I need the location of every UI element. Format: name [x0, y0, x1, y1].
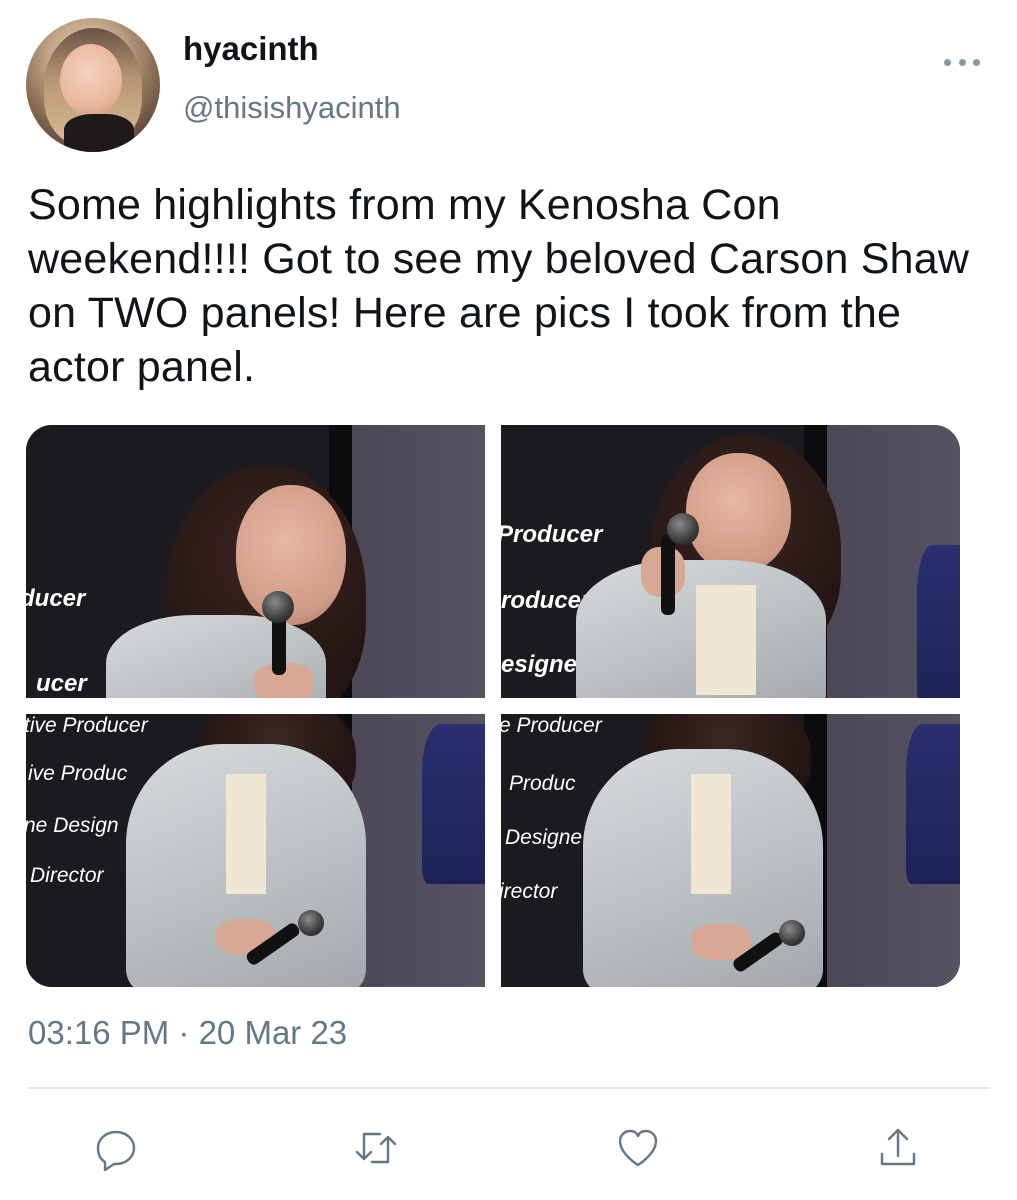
microphone-head [779, 920, 805, 946]
user-handle[interactable]: @thisishyacinth [183, 90, 401, 126]
microphone [661, 535, 675, 615]
banner-text: e Producer [501, 714, 602, 737]
avatar-face [60, 44, 122, 116]
photo-1[interactable]: ducer ucer [26, 425, 485, 698]
banner-text: Producer [501, 521, 603, 548]
photo-2[interactable]: Producer roducer esigne [501, 425, 960, 698]
reply-button[interactable] [86, 1118, 146, 1178]
microphone-head [667, 513, 699, 545]
tweet-text: Some highlights from my Kenosha Con week… [28, 181, 970, 391]
banner-text: ducer [26, 585, 86, 612]
tweet-timestamp[interactable]: 03:16 PM · 20 Mar 23 [28, 1014, 347, 1052]
microphone-head [298, 910, 324, 936]
shirt [696, 585, 756, 695]
banner-text: Produc [509, 772, 576, 795]
action-bar [0, 1118, 1017, 1188]
retweet-button[interactable] [346, 1118, 406, 1178]
divider [28, 1087, 990, 1089]
banner-text: ive Produc [28, 762, 128, 785]
banner-text: esigne [501, 651, 578, 678]
background-person [422, 724, 485, 884]
like-button[interactable] [608, 1118, 668, 1178]
microphone [272, 615, 286, 675]
background-person [906, 724, 960, 884]
share-button[interactable] [868, 1118, 928, 1178]
banner-text: irector [501, 880, 558, 903]
shirt [226, 774, 266, 894]
banner-text: ucer [36, 670, 87, 697]
banner-text: ne Design [26, 814, 119, 837]
photo-4[interactable]: e Producer Produc Designe irector [501, 714, 960, 987]
media-grid: ducer ucer Producer roducer esigne tive … [26, 425, 960, 987]
banner-text: Director [30, 864, 104, 887]
photo-3[interactable]: tive Producer ive Produc ne Design Direc… [26, 714, 485, 987]
share-icon [880, 1128, 916, 1166]
background-person [917, 545, 960, 698]
more-options-icon[interactable] [944, 54, 980, 70]
shirt [691, 774, 731, 894]
reply-icon [96, 1130, 136, 1172]
heart-icon [618, 1129, 658, 1167]
banner-text: tive Producer [26, 714, 148, 737]
display-name[interactable]: hyacinth [183, 30, 319, 68]
avatar-clothing [64, 114, 134, 152]
person-face [686, 453, 791, 573]
microphone-head [262, 591, 294, 623]
retweet-icon [355, 1132, 397, 1164]
avatar[interactable] [26, 18, 160, 152]
banner-text: Designe [505, 826, 583, 849]
